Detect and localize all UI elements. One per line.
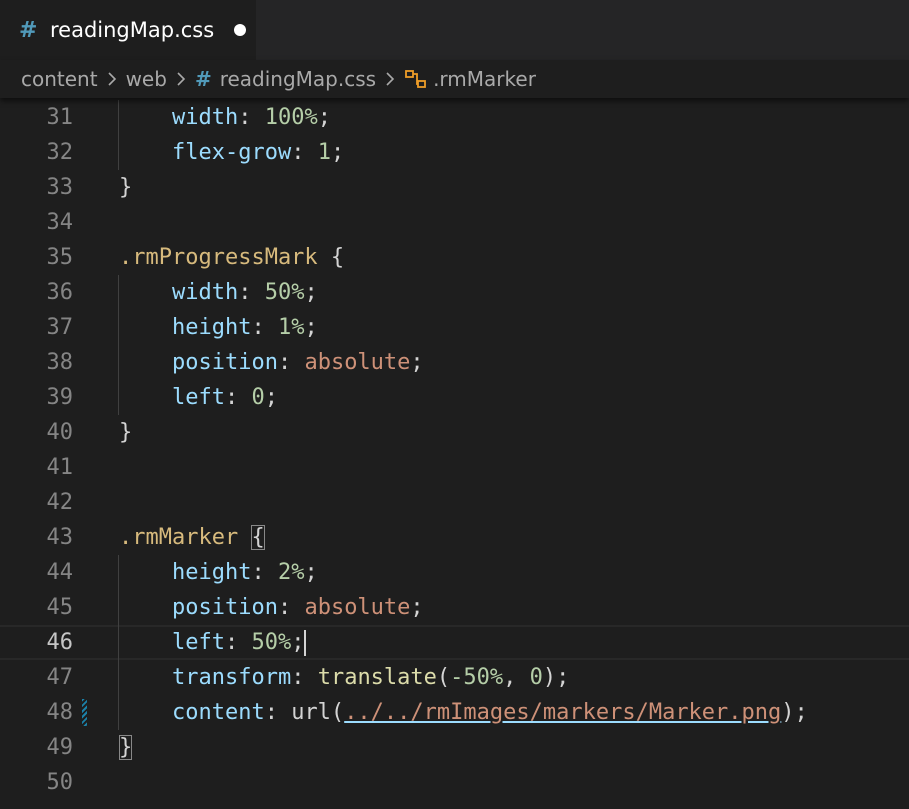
line-number: 42 [46,490,74,515]
tab-label: readingMap.css [50,18,215,42]
code-line[interactable]: 46 left: 50%; [0,625,909,660]
code-text: transform: translate(-50%, 0); [171,665,570,690]
code-text: left: 0; [171,385,278,410]
code-text: } [119,175,133,200]
chevron-right-icon [108,72,116,86]
tab-bar: # readingMap.css [0,0,909,60]
line-number: 45 [46,595,74,620]
line-number: 38 [46,350,74,375]
line-number: 33 [46,175,74,200]
code-line[interactable]: 38 position: absolute; [0,345,909,380]
modified-line-indicator[interactable] [82,699,87,726]
code-text: height: 1%; [171,315,318,340]
css-file-icon: # [19,17,38,43]
code-text: width: 100%; [171,105,331,130]
code-text: .rmMarker { [119,525,265,550]
line-number: 35 [46,245,74,270]
code-text: position: absolute; [171,350,424,375]
code-line[interactable]: 43 .rmMarker { [0,520,909,555]
line-number: 50 [46,770,74,795]
code-line[interactable]: 44 height: 2%; [0,555,909,590]
code-text: left: 50%; [171,630,307,656]
code-editor[interactable]: 31 width: 100%; 32 flex-grow: 1; 33} 34 35 .r… [0,100,909,809]
indent-guide [118,100,119,170]
indent-guide [118,275,119,415]
line-number: 34 [46,210,74,235]
breadcrumb-item-symbol[interactable]: .rmMarker [433,67,536,91]
line-number: 31 [46,105,74,130]
code-line[interactable]: 39 left: 0; [0,380,909,415]
unsaved-dot-icon[interactable] [234,24,247,36]
code-line[interactable]: 48 content: url(../../rmImages/markers/M… [0,695,909,730]
line-number: 49 [46,735,74,760]
line-number: 41 [46,455,74,480]
symbol-class-icon [404,68,428,90]
line-number: 43 [46,525,74,550]
tab-readingmap-css[interactable]: # readingMap.css [0,0,256,60]
code-text: flex-grow: 1; [171,140,345,165]
code-line[interactable]: 31 width: 100%; [0,100,909,135]
text-cursor [304,630,307,656]
code-line[interactable]: 36 width: 50%; [0,275,909,310]
line-number: 44 [46,560,74,585]
code-text: width: 50%; [171,280,318,305]
code-line[interactable]: 42 [0,485,909,520]
breadcrumb: content web # readingMap.css .rmMarker [0,60,909,98]
line-number: 36 [46,280,74,305]
breadcrumb-item-file[interactable]: readingMap.css [220,67,376,91]
code-line[interactable]: 49} [0,730,909,765]
code-line[interactable]: 50 [0,765,909,800]
code-text: position: absolute; [171,595,424,620]
code-line[interactable]: 35 .rmProgressMark { [0,240,909,275]
code-text: } [119,735,133,760]
code-line[interactable]: 37 height: 1%; [0,310,909,345]
code-line[interactable]: 32 flex-grow: 1; [0,135,909,170]
line-number: 37 [46,315,74,340]
line-number: 40 [46,420,74,445]
line-number: 32 [46,140,74,165]
line-number: 46 [46,630,74,655]
code-text: content: url(../../rmImages/markers/Mark… [171,700,808,725]
chevron-right-icon [386,72,395,86]
breadcrumb-item-web[interactable]: web [126,67,167,91]
css-file-icon: # [194,67,212,91]
code-text: } [119,420,133,445]
indent-guide [118,555,119,730]
code-line[interactable]: 45 position: absolute; [0,590,909,625]
code-line[interactable]: 34 [0,205,909,240]
code-line[interactable]: 33} [0,170,909,205]
line-number: 47 [46,665,74,690]
chevron-right-icon [177,72,186,86]
code-line[interactable]: 47 transform: translate(-50%, 0); [0,660,909,695]
breadcrumb-item-content[interactable]: content [21,67,98,91]
code-text: .rmProgressMark { [119,245,345,270]
line-number: 48 [46,700,74,725]
code-line[interactable]: 40} [0,415,909,450]
code-line[interactable]: 41 [0,450,909,485]
line-number: 39 [46,385,74,410]
code-text: height: 2%; [171,560,318,585]
